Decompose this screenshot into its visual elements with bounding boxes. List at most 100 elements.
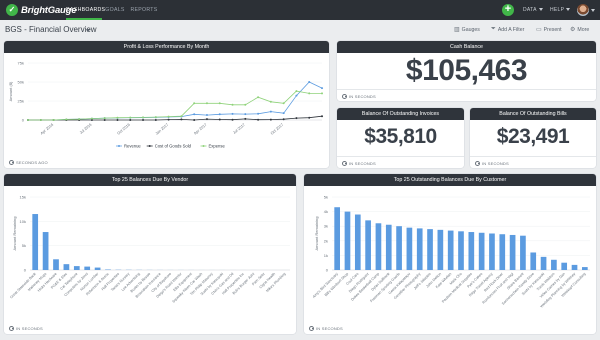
- data-point: [180, 118, 183, 121]
- bar: [561, 262, 568, 270]
- pl-widget-footer: SECONDS AGO: [9, 160, 48, 165]
- y-axis-label: Amount Remaining: [314, 216, 319, 250]
- add-filter-label: Add A Filter: [497, 26, 525, 33]
- nav-tab-reports[interactable]: REPORTS: [130, 0, 158, 20]
- vendor-widget-footer: IN SECONDS: [9, 326, 43, 331]
- data-point: [218, 118, 221, 121]
- data-point: [244, 117, 247, 120]
- customer-widget: Top 25 Outstanding Balances Due By Custo…: [304, 174, 596, 334]
- cash-balance-widget: Cash Balance $105,463 IN SECONDS: [337, 41, 596, 101]
- cash-balance-title[interactable]: Cash Balance: [337, 41, 596, 53]
- data-point: [129, 119, 132, 121]
- bar: [354, 214, 361, 270]
- bar: [458, 231, 464, 270]
- data-point: [269, 118, 272, 121]
- pl-updated-text: SECONDS AGO: [16, 160, 48, 165]
- legend-swatch-dot: [202, 145, 205, 147]
- y-tick-label: 25k: [18, 99, 24, 104]
- add-new-button[interactable]: +: [502, 4, 514, 16]
- data-point: [231, 118, 234, 121]
- dashboard-title-bar: BGS - Financial Overview ▥ Gauges ⏷ Add A …: [0, 20, 600, 40]
- vendor-bar-chart: 15k10k5k0Amount RemainingGreat Statewide…: [9, 195, 290, 304]
- bar: [73, 266, 80, 270]
- data-point: [103, 119, 106, 121]
- data-point: [154, 119, 157, 121]
- data-point: [103, 117, 106, 120]
- data-point: [308, 92, 311, 95]
- bar: [540, 256, 547, 270]
- cash-balance-footer: IN SECONDS: [342, 94, 376, 99]
- data-point: [142, 116, 145, 119]
- bar: [478, 232, 485, 270]
- bar: [416, 228, 423, 270]
- legend-swatch-dot: [148, 145, 151, 147]
- legend-swatch-dot: [118, 145, 120, 147]
- data-menu-label: DATA: [523, 7, 537, 13]
- invoices-title[interactable]: Balance Of Outstanding Invoices: [337, 108, 464, 120]
- dashboard-title[interactable]: BGS - Financial Overview: [5, 25, 97, 34]
- nav-tab-goals[interactable]: GOALS: [104, 0, 126, 20]
- clock-icon: [342, 94, 347, 99]
- data-point: [78, 118, 81, 121]
- bar: [571, 264, 578, 270]
- bar: [520, 235, 526, 270]
- gear-icon: ⚙: [570, 27, 576, 33]
- data-point: [193, 113, 196, 116]
- customer-bar-chart: 5k4k3k2k1k0Amount RemainingAmy's Bird Sa…: [312, 195, 590, 309]
- chevron-down-icon[interactable]: [591, 9, 595, 12]
- data-point: [231, 112, 234, 115]
- data-point: [27, 119, 29, 121]
- x-tick-label: Apr 2017: [193, 123, 207, 136]
- clock-icon: [309, 326, 314, 331]
- data-point: [167, 115, 170, 118]
- clock-icon: [475, 161, 480, 166]
- legend-label: Cost of Goods Sold: [155, 144, 192, 149]
- data-point: [282, 118, 285, 121]
- data-point: [257, 112, 260, 115]
- cash-updated-text: IN SECONDS: [349, 94, 376, 99]
- user-avatar[interactable]: [577, 4, 589, 16]
- series-line: [28, 90, 322, 121]
- y-tick-label: 50k: [18, 80, 24, 85]
- data-point: [65, 118, 68, 121]
- data-point: [218, 102, 221, 105]
- bar: [530, 252, 537, 270]
- bar: [551, 259, 557, 270]
- present-button[interactable]: ▭ Present: [536, 26, 562, 34]
- bar: [53, 259, 59, 270]
- monitor-icon: ▭: [536, 27, 542, 33]
- add-filter-button[interactable]: ⏷ Add A Filter: [491, 26, 524, 33]
- data-point: [269, 110, 272, 113]
- bills-title[interactable]: Balance Of Outstanding Bills: [470, 108, 596, 120]
- bills-widget: Balance Of Outstanding Bills $23,491 IN …: [470, 108, 596, 168]
- customer-widget-footer: IN SECONDS: [309, 326, 343, 331]
- y-axis-label: Amount ($): [8, 81, 13, 101]
- y-tick-label: 10k: [20, 219, 26, 224]
- bar: [32, 214, 39, 270]
- data-point: [321, 92, 323, 95]
- chevron-down-icon: [538, 8, 543, 12]
- help-menu[interactable]: HELP: [550, 0, 571, 20]
- data-point: [282, 102, 285, 105]
- more-button[interactable]: ⚙ More: [570, 26, 589, 34]
- bar: [375, 223, 382, 270]
- legend-label: Expense: [209, 144, 226, 149]
- gauges-button[interactable]: ▥ Gauges: [454, 26, 480, 34]
- data-menu[interactable]: DATA: [523, 0, 543, 20]
- invoices-updated-text: IN SECONDS: [349, 161, 376, 166]
- logo-check-icon: ✓: [6, 4, 18, 16]
- y-tick-label: 1k: [324, 253, 328, 258]
- data-point: [154, 116, 157, 119]
- data-point: [295, 94, 298, 97]
- bills-updated-text: IN SECONDS: [482, 161, 509, 166]
- y-tick-label: 0: [326, 268, 329, 273]
- nav-tab-dashboards[interactable]: DASHBOARDS: [66, 0, 105, 20]
- clock-icon: [9, 326, 14, 331]
- invoices-widget: Balance Of Outstanding Invoices $35,810 …: [337, 108, 464, 168]
- bar: [406, 227, 413, 270]
- bar: [84, 266, 91, 270]
- bills-footer: IN SECONDS: [475, 161, 509, 166]
- chevron-down-icon[interactable]: [86, 29, 90, 32]
- y-tick-label: 15k: [20, 195, 26, 200]
- y-tick-label: 5k: [22, 243, 26, 248]
